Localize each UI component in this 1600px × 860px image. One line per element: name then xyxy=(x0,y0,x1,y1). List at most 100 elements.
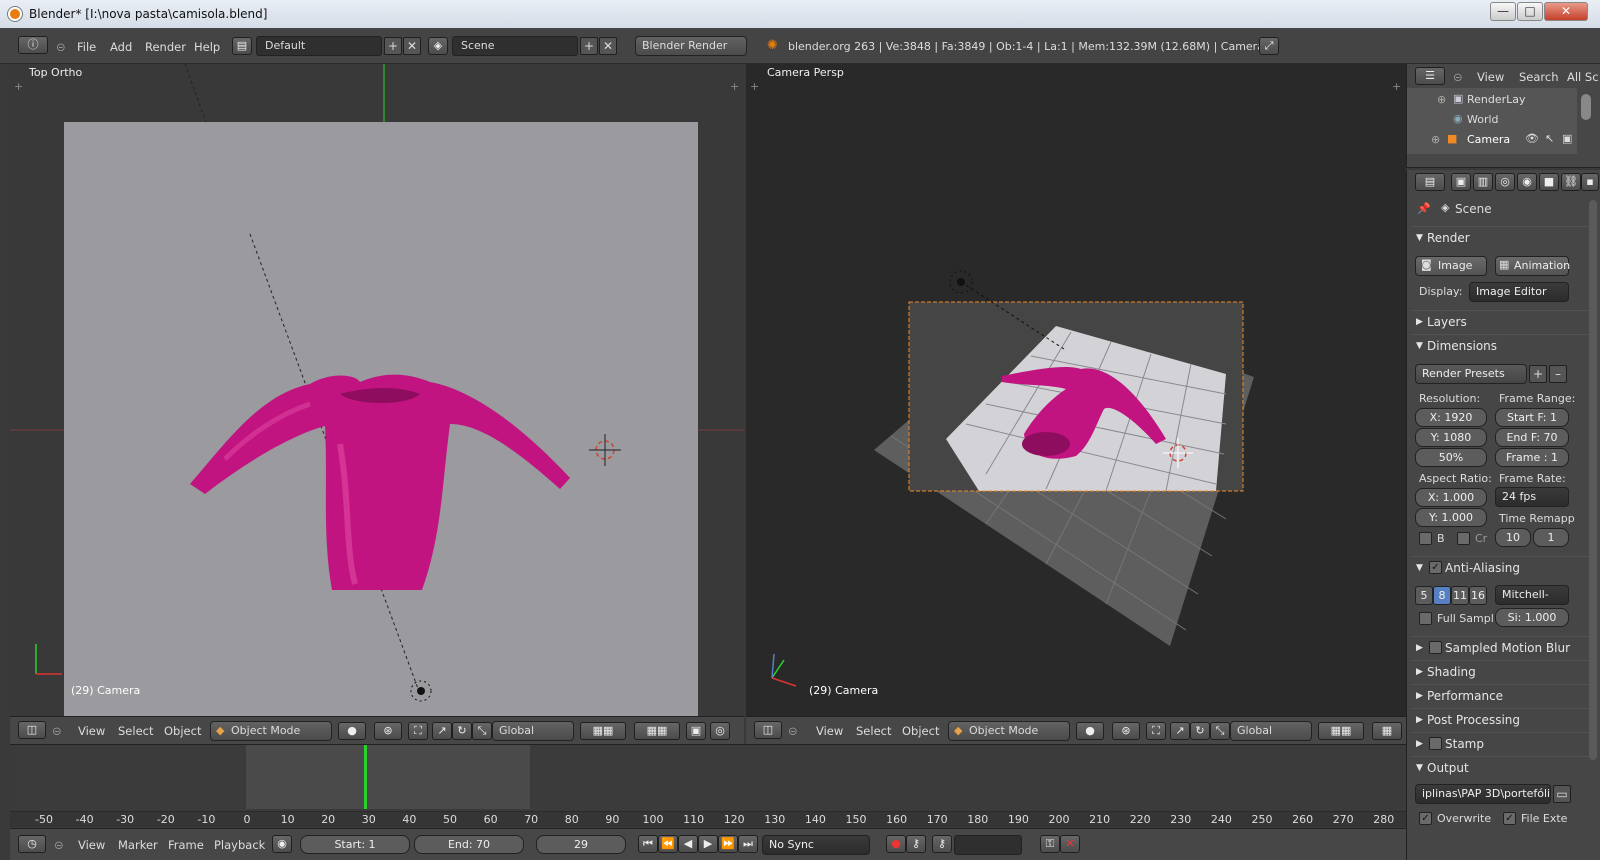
timeline-menu-marker[interactable]: Marker xyxy=(118,838,158,852)
render-view-icon[interactable]: ◎ xyxy=(710,722,730,740)
jump-keyframe-forward-icon[interactable]: ⏩ xyxy=(718,835,738,853)
world-tab-icon[interactable]: ◉ xyxy=(1517,173,1537,191)
right-orientation-select[interactable]: Global xyxy=(1230,721,1312,741)
translate-icon[interactable]: ↗ xyxy=(1170,722,1190,740)
jump-keyframe-back-icon[interactable]: ⏪ xyxy=(658,835,678,853)
frame-step-field[interactable]: Frame : 1 xyxy=(1495,448,1569,467)
visibility-eye-icon[interactable]: 👁 xyxy=(1525,132,1539,145)
left-menu-select[interactable]: Select xyxy=(118,724,153,738)
render-tab-icon[interactable]: ▣ xyxy=(1451,173,1471,191)
outliner-item-camera[interactable]: Camera xyxy=(1467,133,1510,146)
display-select[interactable]: Image Editor xyxy=(1469,282,1569,302)
data-tab-icon[interactable]: ▪ xyxy=(1581,173,1599,191)
outliner-filter-select[interactable]: All Sc xyxy=(1567,70,1599,84)
object-tab-icon[interactable]: ■ xyxy=(1539,173,1559,191)
screen-layout-icon[interactable]: ▤ xyxy=(232,37,252,55)
jump-start-icon[interactable]: ⏮ xyxy=(638,835,658,853)
remap-new-field[interactable]: 1 xyxy=(1533,528,1569,547)
outliner-item-renderlayers[interactable]: RenderLay xyxy=(1467,93,1526,106)
shading-sphere-icon[interactable]: ● xyxy=(338,722,366,740)
select-cursor-icon[interactable]: ↖ xyxy=(1545,132,1554,145)
scale-icon[interactable]: ⤡ xyxy=(472,722,492,740)
rotate-icon[interactable]: ↻ xyxy=(452,722,472,740)
overwrite-checkbox[interactable]: ✓ xyxy=(1419,812,1432,825)
record-icon[interactable]: ● xyxy=(886,835,906,853)
rotate-icon[interactable]: ↻ xyxy=(1190,722,1210,740)
render-panel-header[interactable]: ▼ Render xyxy=(1411,226,1597,248)
manipulator-icon[interactable]: ⛶ xyxy=(408,722,428,740)
layers-grid-icon[interactable]: ▦▦ xyxy=(1318,722,1364,740)
editor-type-icon[interactable]: ◫ xyxy=(754,721,782,739)
scale-icon[interactable]: ⤡ xyxy=(1210,722,1230,740)
aa-samples-5[interactable]: 5 xyxy=(1415,586,1433,605)
preview-range-icon[interactable]: ◉ xyxy=(272,835,292,853)
constraints-tab-icon[interactable]: ⛓ xyxy=(1561,173,1581,191)
left-corner-plus-icon[interactable]: + xyxy=(14,80,23,93)
close-button[interactable]: ✕ xyxy=(1544,2,1588,21)
start-frame-field[interactable]: Start F: 1 xyxy=(1495,408,1569,427)
res-percent-field[interactable]: 50% xyxy=(1415,448,1487,467)
fullscreen-icon[interactable]: ⤢ xyxy=(1259,37,1279,55)
outliner-scrollbar[interactable] xyxy=(1581,94,1591,120)
left-mode-select[interactable]: Object Mode xyxy=(210,721,332,741)
properties-scrollbar[interactable] xyxy=(1589,200,1597,760)
left-menu-view[interactable]: View xyxy=(78,724,105,738)
editor-type-icon[interactable]: ◫ xyxy=(18,721,46,739)
menu-render[interactable]: Render xyxy=(145,40,186,54)
properties-type-icon[interactable]: ▤ xyxy=(1415,173,1445,191)
remove-preset-icon[interactable]: – xyxy=(1549,365,1567,383)
layers-grid-icon[interactable]: ▦▦ xyxy=(580,722,626,740)
minimize-button[interactable]: — xyxy=(1490,2,1516,21)
timeline-menu-playback[interactable]: Playback xyxy=(214,838,265,852)
post-processing-panel-header[interactable]: ▶ Post Processing xyxy=(1411,708,1597,730)
left-menu-object[interactable]: Object xyxy=(164,724,201,738)
remap-old-field[interactable]: 10 xyxy=(1495,528,1531,547)
collapse-icon[interactable]: ⊝ xyxy=(52,724,62,738)
menu-add[interactable]: Add xyxy=(110,40,132,54)
active-keying-icon[interactable]: ⚷ xyxy=(932,835,952,853)
timeline-menu-view[interactable]: View xyxy=(78,838,105,852)
play-reverse-icon[interactable]: ◀ xyxy=(678,835,698,853)
timeline-start-field[interactable]: Start: 1 xyxy=(300,835,410,854)
menu-file[interactable]: File xyxy=(77,40,96,54)
layers-grid-2-icon[interactable]: ▦ xyxy=(1372,722,1402,740)
render-engine-select[interactable]: Blender Render xyxy=(635,36,747,56)
res-y-field[interactable]: Y: 1080 xyxy=(1415,428,1487,447)
expand-icon[interactable]: ⊕ xyxy=(1431,133,1440,146)
keying-set-icon[interactable]: ⚷ xyxy=(906,835,926,853)
crop-checkbox[interactable] xyxy=(1457,532,1470,545)
remove-layout-icon[interactable]: ✕ xyxy=(403,37,421,55)
aspect-x-field[interactable]: X: 1.000 xyxy=(1415,488,1487,507)
timeline-end-field[interactable]: End: 70 xyxy=(414,835,524,854)
timeline-editor[interactable]: -50 -40 -30 -20 -10 0 10 20 30 40 50 60 70 80 90 100 110… xyxy=(10,744,1406,828)
insert-keyframe-icon[interactable]: ⚿ xyxy=(1040,835,1060,853)
expand-icon[interactable]: ⊕ xyxy=(1437,93,1446,106)
res-x-field[interactable]: X: 1920 xyxy=(1415,408,1487,427)
menu-help[interactable]: Help xyxy=(194,40,220,54)
jump-end-icon[interactable]: ⏭ xyxy=(738,835,758,853)
render-layers-tab-icon[interactable]: ▥ xyxy=(1473,173,1493,191)
outliner-item-world[interactable]: World xyxy=(1467,113,1499,126)
file-extensions-checkbox[interactable]: ✓ xyxy=(1503,812,1516,825)
fps-select[interactable]: 24 fps xyxy=(1495,487,1569,507)
collapse-icon[interactable]: ⊝ xyxy=(788,724,798,738)
add-scene-icon[interactable]: + xyxy=(580,37,598,55)
right-mode-select[interactable]: Object Mode xyxy=(948,721,1070,741)
delete-keyframe-icon[interactable]: ✕ xyxy=(1060,835,1080,853)
performance-panel-header[interactable]: ▶ Performance xyxy=(1411,684,1597,706)
timeline-type-icon[interactable]: ◷ xyxy=(18,835,46,853)
remove-scene-icon[interactable]: ✕ xyxy=(599,37,617,55)
right-3d-viewport[interactable]: Camera Persp (29) Camera + + xyxy=(746,64,1406,716)
motion-blur-checkbox[interactable] xyxy=(1429,641,1442,654)
pin-icon[interactable]: 📌 xyxy=(1417,202,1431,215)
render-camera-icon[interactable]: ▣ xyxy=(1562,132,1572,145)
aa-samples-16[interactable]: 16 xyxy=(1469,586,1487,605)
layout-field[interactable]: Default xyxy=(256,36,382,56)
end-frame-field[interactable]: End F: 70 xyxy=(1495,428,1569,447)
left-corner-plus-right-icon[interactable]: + xyxy=(730,80,739,93)
aa-samples-8[interactable]: 8 xyxy=(1433,586,1451,605)
outliner-type-icon[interactable]: ☰ xyxy=(1415,67,1445,85)
right-menu-view[interactable]: View xyxy=(816,724,843,738)
left-3d-viewport[interactable]: Top Ortho (29) Camera + + xyxy=(10,64,744,716)
outliner-search-menu[interactable]: Search xyxy=(1519,70,1559,84)
